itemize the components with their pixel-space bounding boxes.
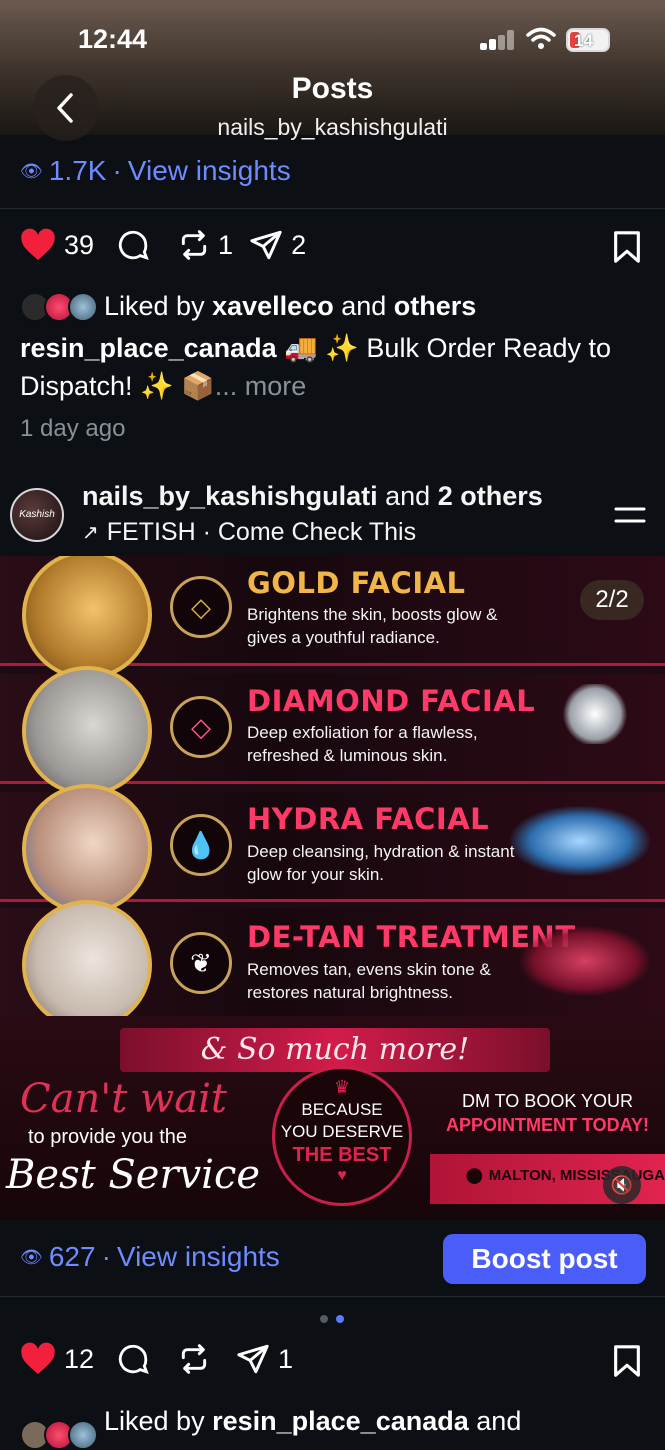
drop-icon: 💧: [170, 814, 232, 876]
divider: [0, 208, 665, 209]
heart-icon[interactable]: [20, 228, 56, 262]
post1-view-insights-link[interactable]: View insights: [128, 155, 291, 187]
comment-icon[interactable]: [116, 228, 150, 262]
service-title: GOLD FACIAL: [247, 566, 466, 600]
post2-author-avatar[interactable]: Kashish: [10, 488, 64, 542]
appointment-line: APPOINTMENT TODAY!: [445, 1115, 650, 1135]
battery-level: 14: [574, 31, 593, 50]
post1-caption: resin_place_canada 🚚 ✨ Bulk Order Ready …: [20, 329, 645, 405]
post2-actions: 12 1: [20, 1342, 293, 1376]
post1-views: 1.7K: [48, 155, 107, 186]
service-title: DIAMOND FACIAL: [247, 684, 536, 718]
face-photo: [22, 784, 152, 914]
boost-post-button[interactable]: Boost post: [443, 1234, 646, 1284]
diamond-illustration: [560, 684, 630, 744]
best-badge: ♛ BECAUSE YOU DESERVE THE BEST ♥: [272, 1066, 412, 1206]
post2-view-insights-link[interactable]: View insights: [117, 1241, 280, 1273]
heart-small-icon: ♥: [337, 1167, 347, 1184]
page-username: nails_by_kashishgulati: [217, 114, 448, 140]
face-photo: [22, 556, 152, 680]
service-desc: Deep exfoliation for a flawless, refresh…: [247, 723, 478, 765]
post2-like-count: 12: [64, 1343, 95, 1374]
leaf-icon: ❦: [170, 932, 232, 994]
service-title: HYDRA FACIAL: [247, 802, 490, 836]
service-desc: Deep cleansing, hydration & instant glow…: [247, 842, 515, 884]
eye-icon: 👁: [20, 1246, 43, 1267]
service-desc: Removes tan, evens skin tone & restores …: [247, 960, 491, 1002]
post2-views: 627: [48, 1241, 96, 1272]
diamond-icon: ◇: [170, 576, 232, 638]
post2-share-count: 1: [278, 1343, 294, 1374]
post2-music[interactable]: ↗ FETISH · Come Check This: [82, 518, 416, 547]
bookmark-icon[interactable]: [612, 1344, 642, 1378]
avatar: [68, 1420, 98, 1450]
post1-liked-by[interactable]: Liked by xavelleco and others: [104, 287, 476, 325]
repost-icon[interactable]: [178, 1342, 210, 1376]
page-title: Posts: [291, 72, 374, 105]
mute-icon[interactable]: 🔇: [603, 1166, 641, 1204]
liked-by-avatars[interactable]: [20, 1420, 100, 1450]
post1-insights[interactable]: 👁 1.7K · View insights: [20, 155, 291, 187]
post2-insights[interactable]: 👁 627 · View insights: [20, 1241, 280, 1273]
face-photo: [22, 900, 152, 1030]
face-photo: [22, 666, 152, 796]
cant-wait-text: Can't wait: [20, 1076, 227, 1122]
water-splash-illustration: [510, 806, 650, 876]
dm-line: DM TO BOOK YOUR: [461, 1091, 634, 1111]
avatar: [68, 292, 98, 322]
post1-actions: 39 1 2: [20, 228, 306, 262]
provide-text: to provide you the: [28, 1126, 187, 1148]
service-desc: Brightens the skin, boosts glow & gives …: [247, 605, 498, 647]
gem-icon: ◇: [170, 696, 232, 758]
post1-share-count: 2: [291, 229, 307, 260]
glitter-illustration: [520, 926, 650, 996]
caption-username[interactable]: resin_place_canada: [20, 333, 277, 363]
arrow-up-right-icon: ↗: [82, 522, 99, 544]
comment-icon[interactable]: [116, 1342, 150, 1376]
share-icon[interactable]: [249, 228, 283, 262]
bookmark-icon[interactable]: [612, 230, 642, 264]
promo-area: & So much more! Can't wait to provide yo…: [0, 1016, 665, 1220]
eye-icon: 👁: [20, 160, 43, 181]
share-icon[interactable]: [236, 1342, 270, 1376]
carousel-dot: [320, 1315, 328, 1323]
divider: [0, 1296, 665, 1297]
crown-icon: ♛: [333, 1077, 351, 1097]
best-service-text: Best Service: [6, 1152, 261, 1198]
post1-repost-count: 1: [218, 229, 234, 260]
heart-icon[interactable]: [20, 1342, 56, 1376]
carousel-counter: 2/2: [580, 580, 644, 620]
status-time: 12:44: [78, 24, 148, 54]
repost-icon[interactable]: [178, 228, 210, 262]
liked-by-avatars[interactable]: [20, 292, 100, 322]
menu-icon[interactable]: [612, 505, 648, 525]
battery-icon: 14: [566, 28, 610, 52]
caption-more-link[interactable]: ... more: [215, 371, 307, 401]
location-pin-icon: ⬤: [466, 1167, 483, 1184]
carousel-dot-active: [336, 1315, 344, 1323]
wifi-icon: [526, 27, 556, 49]
post2-liked-by[interactable]: Liked by resin_place_canada and: [104, 1402, 521, 1440]
post-image[interactable]: ◇ GOLD FACIAL Brightens the skin, boosts…: [0, 556, 665, 1220]
post1-like-count: 39: [64, 229, 95, 260]
cellular-signal-icon: [480, 30, 516, 50]
post2-author-line[interactable]: nails_by_kashishgulati and 2 others: [82, 481, 543, 512]
post1-timestamp: 1 day ago: [20, 415, 126, 442]
